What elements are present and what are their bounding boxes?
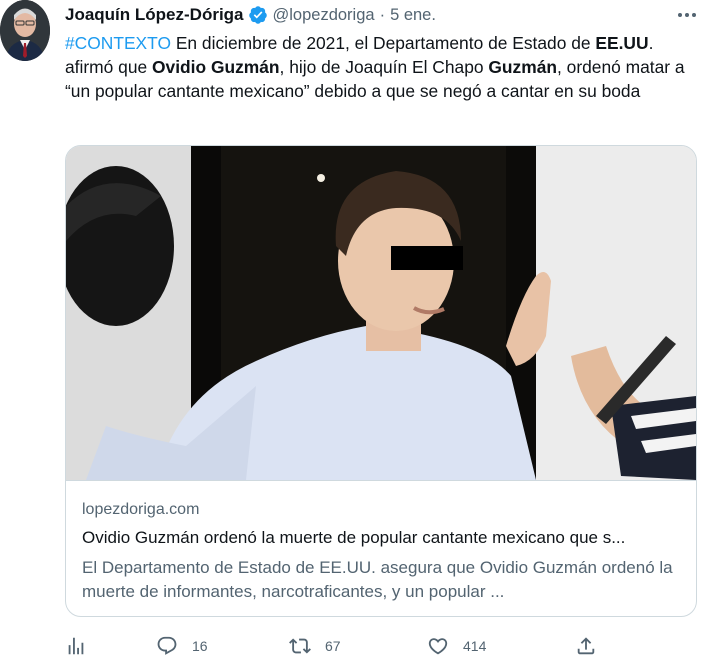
link-preview-card[interactable]: lopezdoriga.com Ovidio Guzmán ordenó la … xyxy=(65,145,697,617)
analytics-icon xyxy=(68,637,84,655)
author-handle[interactable]: @lopezdoriga xyxy=(273,6,375,25)
card-description: El Departamento de Estado de EE.UU. aseg… xyxy=(82,558,673,601)
like-count: 414 xyxy=(463,638,487,654)
tweet-date[interactable]: 5 ene. xyxy=(390,6,436,25)
tweet-text-segment: , hijo de Joaquín El Chapo xyxy=(279,57,489,77)
more-horizontal-icon[interactable] xyxy=(674,2,700,28)
analytics-button[interactable] xyxy=(65,633,87,659)
reply-button[interactable]: 16 xyxy=(156,633,208,659)
tweet-text-segment: En diciembre de 2021, el Departamento de… xyxy=(170,33,596,53)
retweet-count: 67 xyxy=(325,638,341,654)
reply-count: 16 xyxy=(192,638,208,654)
author-avatar[interactable] xyxy=(0,0,50,61)
reply-icon xyxy=(157,636,177,655)
like-button[interactable]: 414 xyxy=(427,633,486,659)
retweet-icon xyxy=(289,638,311,654)
tweet-text-bold: Ovidio Guzmán xyxy=(152,57,280,77)
tweet-actions: 16 67 414 xyxy=(65,633,665,659)
hashtag-link[interactable]: #CONTEXTO xyxy=(65,33,171,53)
tweet-text: #CONTEXTO En diciembre de 2021, el Depar… xyxy=(65,31,701,103)
tweet-text-bold: EE.UU xyxy=(595,33,649,53)
card-image[interactable] xyxy=(66,146,696,481)
card-title: Ovidio Guzmán ordenó la muerte de popula… xyxy=(82,528,626,547)
heart-icon xyxy=(428,638,448,655)
tweet-text-bold: Guzmán xyxy=(488,57,557,77)
retweet-button[interactable]: 67 xyxy=(289,633,341,659)
tweet-header: Joaquín López-Dóriga @lopezdoriga · 5 en… xyxy=(65,3,436,27)
verified-badge-icon xyxy=(248,6,267,24)
share-button[interactable] xyxy=(575,633,597,659)
separator-dot: · xyxy=(379,5,386,24)
avatar-image xyxy=(0,0,50,61)
author-name[interactable]: Joaquín López-Dóriga xyxy=(65,5,244,25)
card-domain: lopezdoriga.com xyxy=(82,501,200,518)
share-icon xyxy=(577,637,595,655)
